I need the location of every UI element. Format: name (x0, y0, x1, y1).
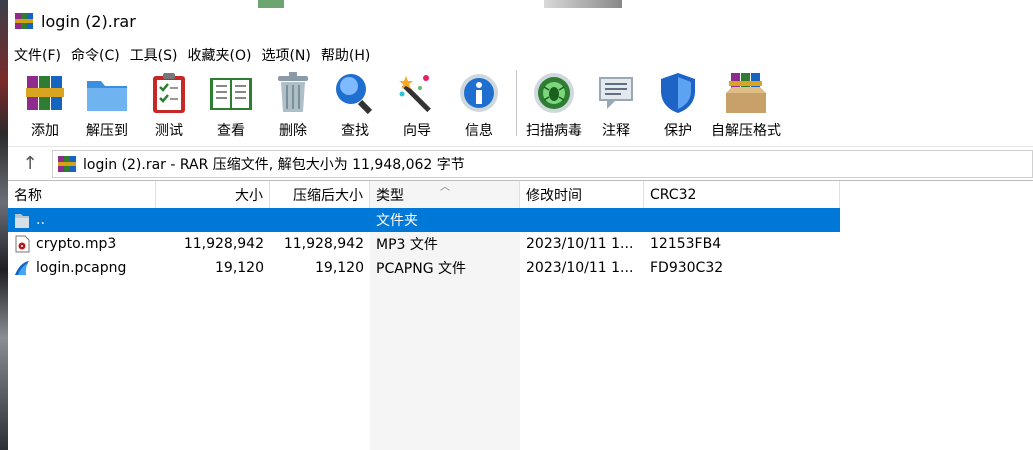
table-row[interactable]: crypto.mp3 11,928,942 11,928,942 MP3 文件 … (8, 232, 1033, 256)
file-name: crypto.mp3 (36, 236, 117, 252)
file-modified: 2023/10/11 1... (526, 260, 634, 276)
test-label: 测试 (155, 123, 183, 139)
menu-commands[interactable]: 命令(C) (68, 45, 127, 65)
magic-wand-icon (394, 70, 440, 116)
file-type: PCAPNG 文件 (376, 261, 467, 277)
delete-label: 删除 (279, 123, 307, 139)
arrow-up-icon: ↑ (22, 153, 38, 174)
mp3-file-icon (15, 235, 30, 253)
file-type: MP3 文件 (376, 237, 438, 253)
file-crc: FD930C32 (650, 260, 724, 276)
table-row[interactable]: login.pcapng 19,120 19,120 PCAPNG 文件 202… (8, 256, 1033, 280)
wizard-button[interactable]: 向导 (386, 70, 448, 140)
find-button[interactable]: 查找 (324, 70, 386, 140)
extract-to-button[interactable]: 解压到 (76, 70, 138, 140)
shield-icon (655, 70, 701, 116)
open-book-icon (208, 70, 254, 116)
file-packed-size: 19,120 (315, 260, 364, 276)
toolbar-separator (516, 70, 517, 136)
window-title: login (2).rar (41, 11, 136, 31)
test-button[interactable]: 测试 (138, 70, 200, 140)
find-label: 查找 (341, 123, 369, 139)
extract-to-label: 解压到 (86, 123, 128, 139)
scan-virus-button[interactable]: 扫描病毒 (523, 70, 585, 140)
winrar-app-icon (15, 13, 33, 29)
background-app-strip (258, 0, 778, 8)
title-bar[interactable]: login (2).rar (8, 0, 1033, 42)
file-size (156, 208, 270, 232)
column-header-row: 名称 大小 压缩后大小 类型 修改时间 CRC32 ︿ (8, 181, 1033, 208)
file-list: 名称 大小 压缩后大小 类型 修改时间 CRC32 ︿ .. 文件夹 crypt… (8, 180, 1033, 450)
folder-icon (84, 70, 130, 116)
magnifier-icon (332, 70, 378, 116)
comment-button[interactable]: 注释 (585, 70, 647, 140)
speech-bubble-icon (593, 70, 639, 116)
address-text: login (2).rar - RAR 压缩文件, 解包大小为 11,948,0… (83, 156, 465, 173)
sfx-box-icon (723, 70, 769, 116)
protect-button[interactable]: 保护 (647, 70, 709, 140)
menu-help[interactable]: 帮助(H) (318, 45, 377, 65)
file-packed-size (270, 208, 370, 232)
address-row: ↑ login (2).rar - RAR 压缩文件, 解包大小为 11,948… (8, 146, 1033, 180)
archive-books-icon (22, 70, 68, 116)
virus-bug-icon (531, 70, 577, 116)
add-button[interactable]: 添加 (14, 70, 76, 140)
file-type: 文件夹 (376, 213, 418, 229)
sort-ascending-icon: ︿ (440, 182, 450, 193)
scan-virus-label: 扫描病毒 (526, 123, 582, 139)
file-crc: 12153FB4 (650, 236, 722, 252)
file-name: login.pcapng (36, 260, 127, 276)
sfx-button[interactable]: 自解压格式 (709, 70, 783, 140)
file-size: 19,120 (215, 260, 264, 276)
parent-folder-icon (15, 214, 29, 228)
menu-bar: 文件(F) 命令(C) 工具(S) 收藏夹(O) 选项(N) 帮助(H) (8, 42, 1033, 68)
view-label: 查看 (217, 123, 245, 139)
sfx-label: 自解压格式 (711, 123, 781, 139)
trash-can-icon (270, 70, 316, 116)
file-packed-size: 11,928,942 (283, 236, 364, 252)
add-label: 添加 (31, 123, 59, 139)
menu-file[interactable]: 文件(F) (11, 45, 68, 65)
desktop-background (0, 0, 8, 450)
table-row[interactable]: .. 文件夹 (8, 208, 840, 232)
column-header-name[interactable]: 名称 (8, 181, 156, 208)
view-button[interactable]: 查看 (200, 70, 262, 140)
comment-label: 注释 (602, 123, 630, 139)
column-header-size[interactable]: 大小 (156, 181, 270, 208)
menu-options[interactable]: 选项(N) (258, 45, 317, 65)
wizard-label: 向导 (403, 123, 431, 139)
rar-archive-icon (58, 155, 76, 172)
delete-button[interactable]: 删除 (262, 70, 324, 140)
wireshark-fin-icon (15, 261, 29, 275)
column-header-packed[interactable]: 压缩后大小 (270, 181, 370, 208)
menu-tools[interactable]: 工具(S) (127, 45, 185, 65)
file-name: .. (36, 212, 45, 228)
menu-favorites[interactable]: 收藏夹(O) (185, 45, 259, 65)
column-header-modified[interactable]: 修改时间 (520, 181, 644, 208)
up-folder-button[interactable]: ↑ (8, 149, 52, 179)
info-label: 信息 (465, 123, 493, 139)
info-circle-icon (456, 70, 502, 116)
winrar-window: login (2).rar 文件(F) 命令(C) 工具(S) 收藏夹(O) 选… (8, 0, 1033, 450)
file-size: 11,928,942 (183, 236, 264, 252)
column-header-crc[interactable]: CRC32 (644, 181, 840, 208)
file-crc (644, 208, 840, 232)
address-bar[interactable]: login (2).rar - RAR 压缩文件, 解包大小为 11,948,0… (52, 149, 1033, 178)
clipboard-check-icon (146, 70, 192, 116)
protect-label: 保护 (664, 123, 692, 139)
info-button[interactable]: 信息 (448, 70, 510, 140)
toolbar: 添加 解压到 测试 查看 删除 查找 向导 信息 扫描病毒 注释 保护 自解压格… (8, 68, 1033, 146)
file-modified (520, 208, 644, 232)
file-modified: 2023/10/11 1... (526, 236, 634, 252)
